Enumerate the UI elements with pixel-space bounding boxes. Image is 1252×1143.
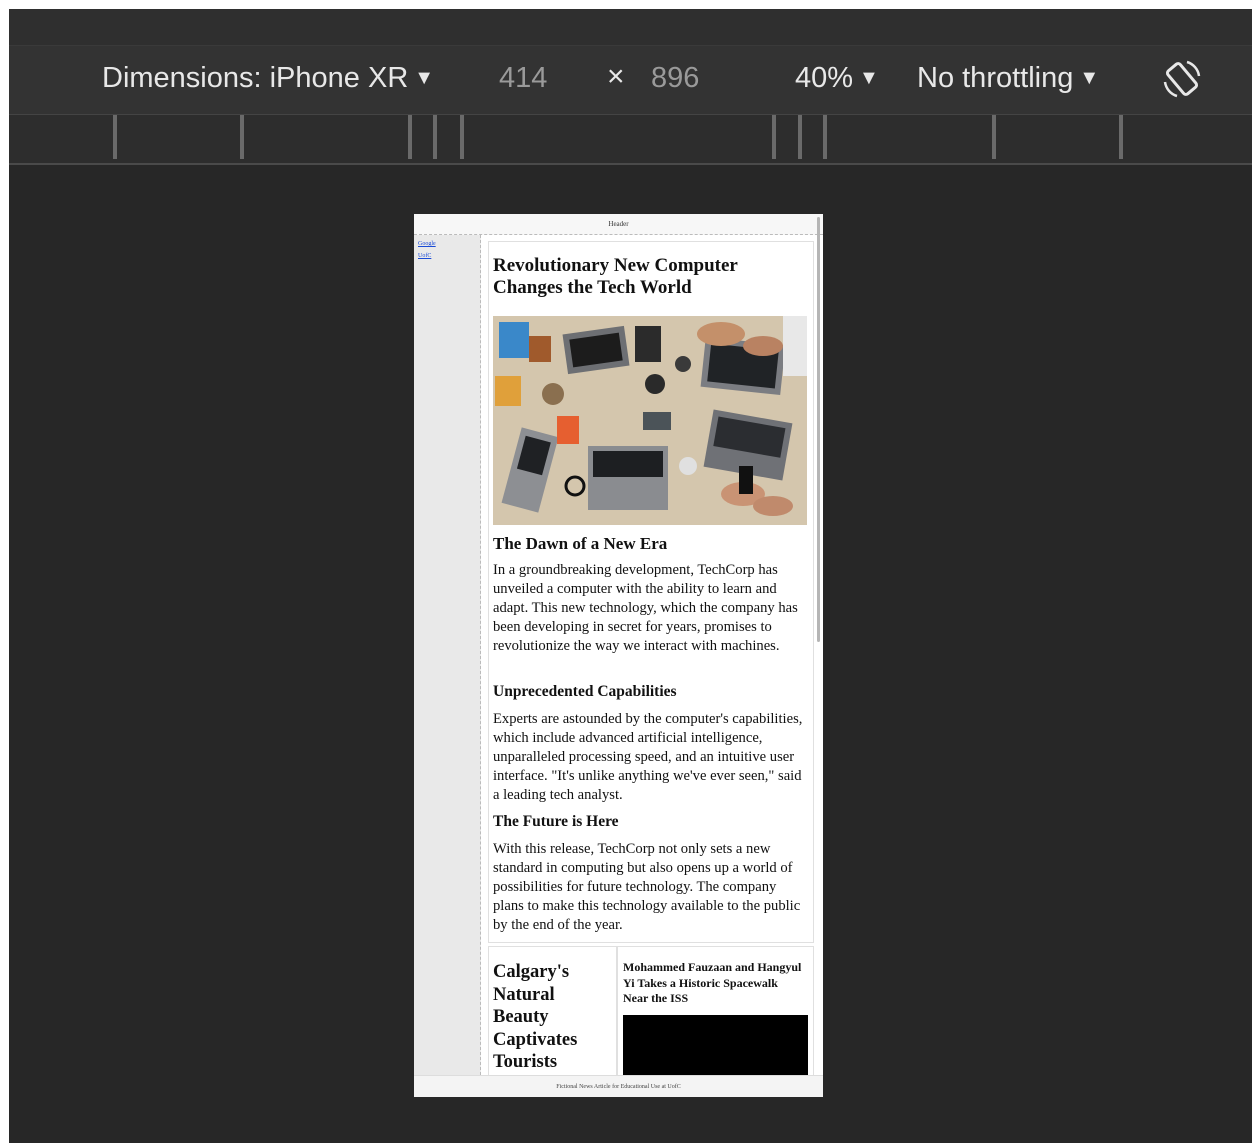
devtools-frame: Dimensions: iPhone XR ▼ 414 × 896 40% ▼ No… <box>9 9 1252 1143</box>
sidebar-link-uofc[interactable]: UofC <box>418 253 480 259</box>
device-toolbar: Dimensions: iPhone XR ▼ 414 × 896 40% ▼ No… <box>9 46 1252 116</box>
ruler-tick[interactable] <box>798 115 802 159</box>
news-card-spacewalk[interactable]: Mohammed Fauzaan and Hangyul Yi Takes a … <box>617 946 814 1075</box>
ruler-tick[interactable] <box>240 115 244 159</box>
main-article: Revolutionary New Computer Changes the T… <box>488 241 814 943</box>
ruler-tick[interactable] <box>408 115 412 159</box>
section-heading-dawn: The Dawn of a New Era <box>493 534 668 553</box>
devtools-top-strip <box>9 9 1252 46</box>
zoom-label: 40% <box>795 62 854 94</box>
times-icon: × <box>607 60 625 93</box>
card-image <box>623 1015 808 1075</box>
card-title-calgary: Calgary's Natural Beauty Captivates Tour… <box>493 962 578 1072</box>
ruler-tick[interactable] <box>460 115 464 159</box>
ruler-tick[interactable] <box>772 115 776 159</box>
height-input[interactable]: 896 <box>651 62 699 95</box>
ruler-tick[interactable] <box>1119 115 1123 159</box>
chevron-down-icon: ▼ <box>1079 67 1100 89</box>
section-heading-capabilities: Unprecedented Capabilities <box>493 683 677 700</box>
width-input[interactable]: 414 <box>499 62 547 95</box>
card-title-spacewalk: Mohammed Fauzaan and Hangyul Yi Takes a … <box>623 960 802 1005</box>
ruler-tick[interactable] <box>433 115 437 159</box>
ruler-tick[interactable] <box>113 115 117 159</box>
dimensions-dropdown[interactable]: Dimensions: iPhone XR ▼ <box>102 62 434 95</box>
page-scrollbar[interactable] <box>817 217 820 642</box>
section-text-capabilities: Experts are astounded by the computer's … <box>493 711 803 803</box>
media-query-ruler <box>9 115 1252 165</box>
throttling-label: No throttling <box>917 62 1074 94</box>
rotate-icon[interactable] <box>1159 56 1205 110</box>
section-heading-future: The Future is Here <box>493 813 619 830</box>
news-card-calgary[interactable]: Calgary's Natural Beauty Captivates Tour… <box>488 946 617 1075</box>
page-footer: Fictional News Article for Educational U… <box>414 1075 823 1097</box>
page-main: Revolutionary New Computer Changes the T… <box>481 235 818 1075</box>
ruler-tick[interactable] <box>823 115 827 159</box>
device-viewport: Header Google UofC Revolutionary New Com… <box>414 214 823 1097</box>
section-text-future: With this release, TechCorp not only set… <box>493 841 801 933</box>
page-sidebar: Google UofC <box>414 235 481 1075</box>
article-photo <box>493 316 807 525</box>
article-title: Revolutionary New Computer Changes the T… <box>493 255 738 298</box>
page-header: Header <box>414 214 823 235</box>
ruler-tick[interactable] <box>992 115 996 159</box>
sidebar-link-google[interactable]: Google <box>418 241 480 247</box>
dimensions-label: Dimensions: iPhone XR <box>102 62 409 94</box>
throttling-dropdown[interactable]: No throttling ▼ <box>917 62 1099 95</box>
chevron-down-icon: ▼ <box>859 67 879 89</box>
chevron-down-icon: ▼ <box>414 67 435 89</box>
section-text-dawn: In a groundbreaking development, TechCor… <box>493 562 798 654</box>
zoom-dropdown[interactable]: 40% ▼ <box>795 62 879 95</box>
